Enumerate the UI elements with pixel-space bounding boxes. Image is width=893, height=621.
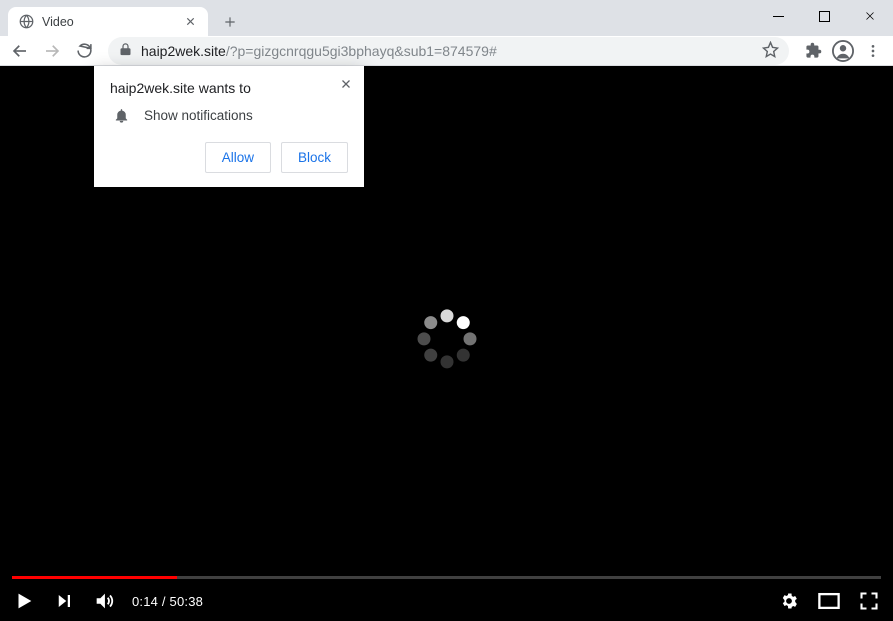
theater-mode-icon[interactable] (817, 589, 841, 613)
page-content: 0:14 / 50:38 haip2wek.site wants to Show… (0, 66, 893, 621)
titlebar: Video (0, 0, 893, 36)
total-duration: 50:38 (170, 594, 204, 609)
fullscreen-icon[interactable] (857, 589, 881, 613)
browser-toolbar: haip2wek.site/?p=gizgcnrqgu5gi3bphayq&su… (0, 36, 893, 66)
minimize-button[interactable] (755, 0, 801, 32)
url-path: /?p=gizgcnrqgu5gi3bphayq&sub1=874579# (226, 43, 497, 59)
new-tab-button[interactable] (218, 10, 242, 34)
allow-button[interactable]: Allow (205, 142, 271, 173)
notification-permission-popup: haip2wek.site wants to Show notification… (94, 66, 364, 187)
loading-spinner (415, 306, 479, 370)
time-separator: / (158, 594, 169, 609)
timecode: 0:14 / 50:38 (132, 594, 203, 609)
volume-button[interactable] (92, 589, 116, 613)
menu-dots-icon[interactable] (859, 37, 887, 65)
bookmark-star-icon[interactable] (762, 41, 779, 61)
progress-track[interactable] (12, 576, 881, 579)
spinner-dot (417, 332, 430, 345)
close-tab-icon[interactable] (182, 14, 198, 30)
address-bar[interactable]: haip2wek.site/?p=gizgcnrqgu5gi3bphayq&su… (108, 37, 789, 65)
window-controls (755, 0, 893, 32)
url-text: haip2wek.site/?p=gizgcnrqgu5gi3bphayq&su… (141, 43, 497, 59)
spinner-dot (456, 348, 469, 361)
block-button[interactable]: Block (281, 142, 348, 173)
spinner-dot (424, 348, 437, 361)
browser-tab[interactable]: Video (8, 7, 208, 36)
settings-gear-icon[interactable] (777, 589, 801, 613)
popup-close-icon[interactable] (336, 74, 356, 94)
maximize-button[interactable] (801, 0, 847, 32)
globe-icon (18, 14, 34, 30)
spinner-dot (440, 355, 453, 368)
permission-message: Show notifications (144, 108, 253, 123)
player-controls: 0:14 / 50:38 (0, 581, 893, 621)
progress-played (12, 576, 177, 579)
url-domain: haip2wek.site (141, 43, 226, 59)
reload-button[interactable] (70, 37, 98, 65)
spinner-dot (440, 309, 453, 322)
elapsed-time: 0:14 (132, 594, 158, 609)
next-button[interactable] (52, 589, 76, 613)
spinner-dot (463, 332, 476, 345)
permission-title: haip2wek.site wants to (110, 80, 348, 96)
extensions-icon[interactable] (799, 37, 827, 65)
back-button[interactable] (6, 37, 34, 65)
tab-title: Video (42, 15, 74, 29)
play-button[interactable] (12, 589, 36, 613)
forward-button[interactable] (38, 37, 66, 65)
profile-avatar-icon[interactable] (829, 37, 857, 65)
spinner-dot (456, 316, 469, 329)
toolbar-right-icons (799, 37, 887, 65)
close-window-button[interactable] (847, 0, 893, 32)
lock-icon (118, 42, 133, 60)
spinner-dot (424, 316, 437, 329)
permission-row: Show notifications (110, 106, 348, 124)
bell-icon (112, 106, 130, 124)
